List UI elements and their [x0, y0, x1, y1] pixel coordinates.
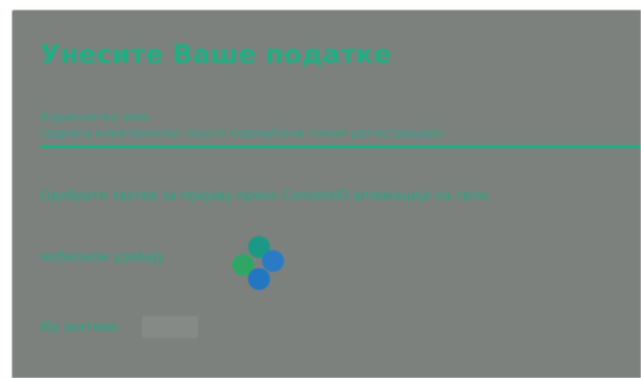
spinner-dot	[262, 250, 284, 272]
username-hint: (адреса електронске поште коришћена токо…	[40, 125, 445, 140]
approval-message: Одобрите захтев за пријаву преко Consent…	[40, 189, 489, 204]
login-panel: Унесите Ваше податке Корисничко име: (ад…	[12, 10, 641, 378]
page: Унесите Ваше податке Корисничко име: (ад…	[0, 0, 641, 378]
page-title: Унесите Ваше податке	[40, 40, 392, 70]
request-id-value	[142, 316, 198, 338]
loading-spinner-icon	[228, 234, 288, 296]
username-label: Корисничко име:	[40, 109, 152, 124]
request-id-label: Ид захтева:	[40, 320, 121, 335]
approval-message-continued: мобилном уређају	[40, 250, 165, 265]
spinner-dot	[248, 268, 270, 290]
